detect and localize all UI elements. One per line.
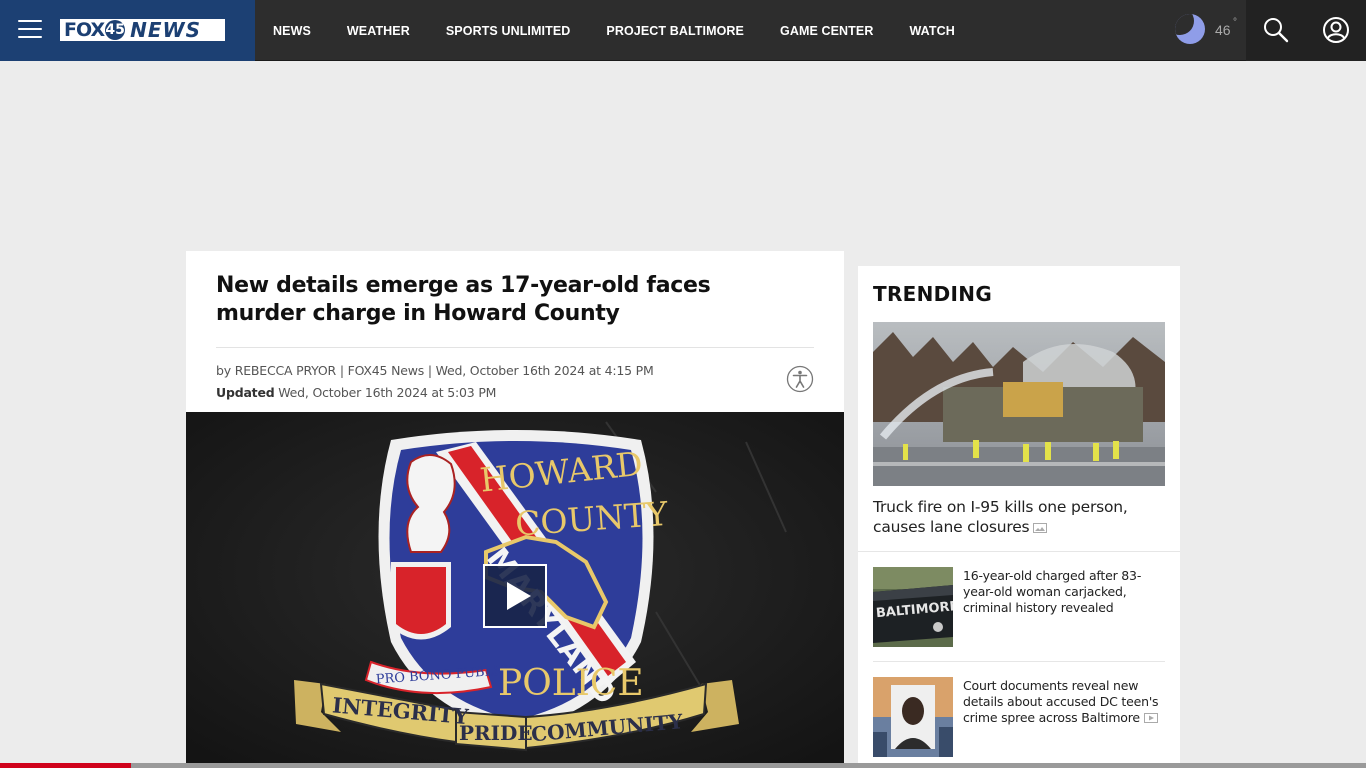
play-icon [507,582,531,610]
nav-news[interactable]: NEWS [273,24,311,38]
logo-news-text: NEWS [130,18,201,42]
accessibility-icon[interactable] [786,365,814,393]
search-icon[interactable] [1261,15,1291,45]
trending-item-2-thumb: BALTIMORE [873,567,953,647]
trending-sidebar: TRENDING Truck fire on I-95 kills one pe… [858,266,1180,768]
header-tools [1246,0,1366,61]
reading-progress-bar [0,763,1366,768]
video-icon [1143,711,1158,727]
trending-divider [858,551,1180,552]
gallery-icon [1033,518,1048,538]
weather-degree: ° [1233,17,1237,28]
trending-item-1-text: Truck fire on I-95 kills one person, cau… [873,498,1128,536]
user-account-icon[interactable] [1321,15,1351,45]
updated-value: Wed, October 16th 2024 at 5:03 PM [274,385,497,400]
trending-item-1[interactable]: Truck fire on I-95 kills one person, cau… [873,497,1165,538]
play-button[interactable] [483,564,547,628]
nav-project-baltimore[interactable]: PROJECT BALTIMORE [606,24,744,38]
headline-divider [216,347,814,348]
nav-game-center[interactable]: GAME CENTER [780,24,873,38]
article-card: New details emerge as 17-year-old faces … [186,251,844,768]
nav-sports-unlimited[interactable]: SPORTS UNLIMITED [446,24,571,38]
weather-widget[interactable]: 46 ° [1172,12,1244,48]
nav-watch[interactable]: WATCH [909,24,954,38]
trending-item-3-text-wrap: Court documents reveal new details about… [963,678,1163,727]
nav-weather[interactable]: WEATHER [347,24,410,38]
article-byline: by REBECCA PRYOR | FOX45 News | Wed, Oct… [216,363,654,378]
trending-item-2-text: 16-year-old charged after 83-year-old wo… [963,568,1142,615]
ribbon-pride: PRIDE [459,721,533,745]
trending-hero-image[interactable] [873,322,1165,486]
updated-label: Updated [216,385,275,400]
trending-item-3-thumb [873,677,953,757]
trending-divider [873,661,1165,662]
badge-text-police: POLICE [498,663,644,704]
article-video-player[interactable]: PRO BONO PUBLICO HOWARD COUNTY MARYLAND … [186,412,844,768]
trending-title: TRENDING [873,282,993,306]
article-updated: Updated Wed, October 16th 2024 at 5:03 P… [216,385,496,400]
logo-number: 45 [105,20,126,40]
site-logo[interactable]: FOX 45 NEWS [60,18,225,42]
article-headline: New details emerge as 17-year-old faces … [216,273,711,326]
main-nav: NEWS WEATHER SPORTS UNLIMITED PROJECT BA… [273,0,991,61]
reading-progress-fill [0,763,132,768]
logo-fox-text: FOX [64,19,105,41]
brand-block: FOX 45 NEWS [0,0,255,61]
weather-temperature: 46 [1215,22,1231,38]
trending-item-2[interactable]: BALTIMORE 16-year-old charged after 83-y… [873,567,1165,647]
site-header: FOX 45 NEWS NEWS WEATHER SPORTS UNLIMITE… [0,0,1366,61]
hamburger-menu-icon[interactable] [18,20,42,40]
trending-item-3-text: Court documents reveal new details about… [963,678,1159,725]
trending-item-3[interactable]: Court documents reveal new details about… [873,677,1165,757]
moon-icon [1175,14,1205,44]
